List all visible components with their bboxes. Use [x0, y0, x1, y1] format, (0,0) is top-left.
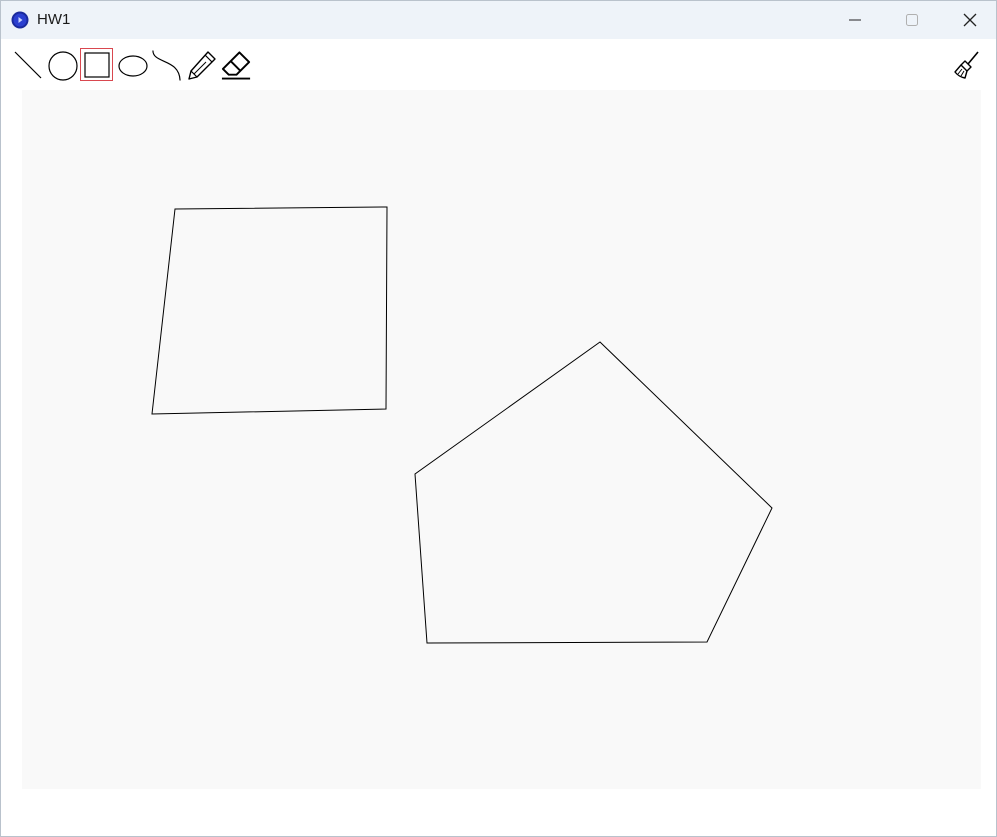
window-title: HW1	[37, 11, 71, 28]
ellipse-icon	[117, 54, 148, 77]
ellipse-tool-button[interactable]	[115, 48, 148, 81]
broom-icon	[953, 50, 979, 79]
circle-icon	[47, 50, 78, 81]
line-tool-button[interactable]	[11, 48, 44, 81]
eraser-tool-button[interactable]	[220, 48, 253, 81]
pentagon-shape	[414, 341, 773, 644]
toolbar	[1, 39, 996, 89]
close-button[interactable]	[942, 1, 997, 39]
curve-tool-button[interactable]	[150, 48, 183, 81]
circle-tool-button[interactable]	[46, 48, 79, 81]
maximize-icon	[906, 14, 918, 26]
app-window: HW1	[0, 0, 997, 837]
minimize-icon	[849, 19, 861, 21]
rectangle-icon	[83, 51, 110, 78]
pencil-tool-button[interactable]	[185, 48, 218, 81]
line-icon	[14, 51, 41, 78]
clear-canvas-button[interactable]	[950, 48, 983, 81]
curve-icon	[152, 49, 181, 81]
minimize-button[interactable]	[827, 1, 883, 39]
title-bar[interactable]: HW1	[1, 1, 996, 39]
canvas-drawing	[151, 206, 773, 644]
quadrilateral-shape	[151, 206, 388, 415]
drawing-canvas[interactable]	[22, 90, 981, 789]
rectangle-tool-button[interactable]	[80, 48, 113, 81]
close-icon	[963, 13, 977, 27]
maximize-button[interactable]	[884, 1, 940, 39]
pencil-icon	[187, 50, 216, 80]
eraser-icon	[221, 50, 251, 80]
app-circle-icon	[11, 11, 29, 29]
